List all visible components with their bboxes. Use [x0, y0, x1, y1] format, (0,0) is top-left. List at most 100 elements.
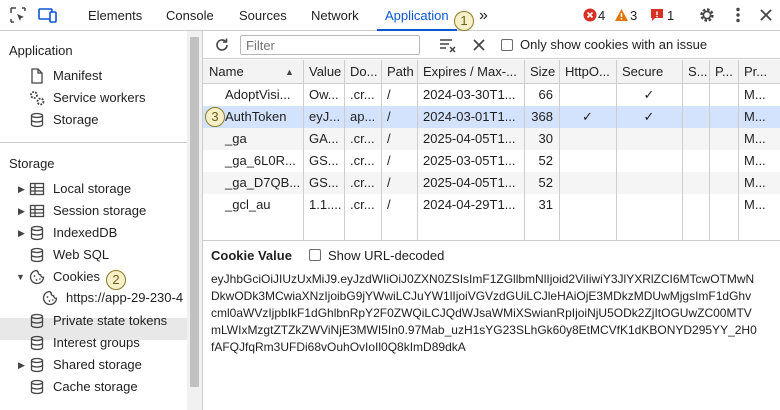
cell-expires: 2024-03-01T1...: [423, 109, 516, 124]
cell-value: GS...: [309, 153, 339, 168]
cell-path: /: [387, 175, 391, 190]
column-header-size[interactable]: Size: [524, 60, 559, 84]
column-separator[interactable]: [303, 60, 304, 240]
table-icon: [29, 181, 45, 197]
show-url-decoded-checkbox[interactable]: [309, 249, 321, 261]
tab-application[interactable]: Application: [377, 0, 457, 31]
cookies-table: Name ▲ Value Do... Path Expires / Max-..…: [203, 60, 780, 240]
warning-count: 3: [630, 8, 638, 23]
cell-path: /: [387, 109, 391, 124]
sidebar-item-label: Interest groups: [53, 335, 140, 350]
settings-gear-icon[interactable]: [697, 5, 717, 25]
column-header-priority[interactable]: Pr...: [738, 60, 780, 84]
clear-all-icon[interactable]: [469, 35, 489, 55]
table-icon: [29, 203, 45, 219]
filter-input[interactable]: [240, 35, 420, 55]
column-header-partition[interactable]: P...: [709, 60, 738, 84]
cell-httponly: [559, 84, 616, 106]
column-separator[interactable]: [616, 60, 617, 240]
column-header-secure[interactable]: Secure: [616, 60, 682, 84]
column-separator[interactable]: [524, 60, 525, 240]
sort-ascending-icon: ▲: [285, 67, 294, 77]
error-count: 4: [598, 8, 606, 23]
section-title-storage: Storage: [9, 156, 55, 171]
device-toolbar-icon[interactable]: [38, 5, 58, 25]
database-icon: [29, 313, 45, 329]
clear-filtered-icon[interactable]: [438, 35, 458, 55]
warning-icon[interactable]: [611, 5, 631, 25]
cell-domain: .cr...: [350, 175, 375, 190]
sidebar-item-label: Service workers: [53, 90, 146, 105]
cell-value: GS...: [309, 175, 339, 190]
tab-network[interactable]: Network: [311, 0, 359, 31]
cell-domain: .cr...: [350, 153, 375, 168]
close-devtools-icon[interactable]: [756, 5, 776, 25]
cell-priority: M...: [744, 109, 766, 124]
cell-name: _ga_6L0R...: [225, 153, 296, 168]
column-header-httponly[interactable]: HttpO...: [559, 60, 616, 84]
table-row[interactable]: _ga_D7QB... GS... .cr... / 2025-04-05T1.…: [203, 172, 780, 194]
tab-console[interactable]: Console: [166, 0, 214, 31]
only-issue-checkbox[interactable]: [501, 39, 513, 51]
column-separator[interactable]: [682, 60, 683, 240]
sidebar-item-label: Local storage: [53, 181, 132, 196]
expand-arrow-icon[interactable]: ▶: [18, 354, 25, 376]
cell-size: 52: [538, 175, 553, 190]
cell-priority: M...: [744, 131, 766, 146]
expand-arrow-icon[interactable]: ▶: [18, 222, 25, 244]
cell-expires: 2025-04-05T1...: [423, 175, 516, 190]
sidebar-item-label: IndexedDB: [53, 225, 118, 240]
tab-elements[interactable]: Elements: [88, 0, 142, 31]
column-separator[interactable]: [381, 60, 382, 240]
application-sidebar: Application Manifest Service workers Sto…: [0, 31, 187, 410]
expand-arrow-icon[interactable]: ▶: [18, 200, 25, 222]
inspect-element-icon[interactable]: [8, 5, 28, 25]
column-separator[interactable]: [559, 60, 560, 240]
column-separator[interactable]: [417, 60, 418, 240]
expand-arrow-icon[interactable]: ▶: [18, 178, 25, 200]
cell-secure: ✓: [643, 87, 655, 102]
cell-priority: M...: [744, 87, 766, 102]
callout-1: 1: [454, 11, 474, 31]
column-separator[interactable]: [709, 60, 710, 240]
column-header-domain[interactable]: Do...: [344, 60, 381, 84]
cookie-icon: [42, 290, 58, 306]
section-title-application: Application: [9, 43, 73, 58]
cell-value: 1.1....: [309, 197, 342, 212]
collapse-arrow-icon[interactable]: ▼: [16, 266, 25, 288]
sidebar-item-label: Manifest: [53, 68, 103, 83]
column-header-expires[interactable]: Expires / Max-...: [417, 60, 524, 84]
more-tabs-button[interactable]: »: [479, 0, 488, 31]
sidebar-item-label: Private state tokens: [53, 313, 168, 328]
cell-name: _gcl_au: [225, 197, 271, 212]
sidebar-scrollbar[interactable]: [187, 31, 202, 410]
issues-count: 1: [667, 8, 675, 23]
error-icon[interactable]: [580, 5, 600, 25]
cell-value: GA...: [309, 131, 339, 146]
cell-domain: .cr...: [350, 87, 375, 102]
devtools-tab-bar: Elements Console Sources Network Applica…: [0, 0, 780, 31]
table-header: Name ▲ Value Do... Path Expires / Max-..…: [203, 60, 780, 84]
cell-size: 31: [538, 197, 553, 212]
table-row-selected[interactable]: 3 AuthToken eyJ... ap... / 2024-03-01T1.…: [203, 106, 780, 128]
table-row[interactable]: AdoptVisi... Ow... .cr... / 2024-03-30T1…: [203, 84, 780, 106]
column-header-samesite[interactable]: S...: [682, 60, 709, 84]
kebab-menu-icon[interactable]: [728, 5, 748, 25]
table-row[interactable]: _gcl_au 1.1.... .cr... / 2024-04-29T1...…: [203, 194, 780, 216]
table-row[interactable]: _ga GA... .cr... / 2025-04-05T1... 30 M.…: [203, 128, 780, 150]
column-header-value[interactable]: Value: [303, 60, 344, 84]
tab-sources[interactable]: Sources: [239, 0, 287, 31]
cell-priority: M...: [744, 153, 766, 168]
issues-icon[interactable]: [647, 5, 667, 25]
column-header-path[interactable]: Path: [381, 60, 417, 84]
column-separator[interactable]: [344, 60, 345, 240]
cell-secure: ✓: [643, 109, 655, 124]
refresh-icon[interactable]: [212, 35, 232, 55]
cookie-value-line: fAFQJfqRm3UFDi68vOuhOvIoIl0Q8kImD89dkA: [211, 340, 466, 354]
scrollbar-thumb[interactable]: [190, 37, 199, 387]
cell-name: AdoptVisi...: [225, 87, 291, 102]
table-row[interactable]: _ga_6L0R... GS... .cr... / 2025-03-05T1.…: [203, 150, 780, 172]
column-separator[interactable]: [738, 60, 739, 240]
cell-domain: .cr...: [350, 131, 375, 146]
cell-expires: 2025-03-05T1...: [423, 153, 516, 168]
